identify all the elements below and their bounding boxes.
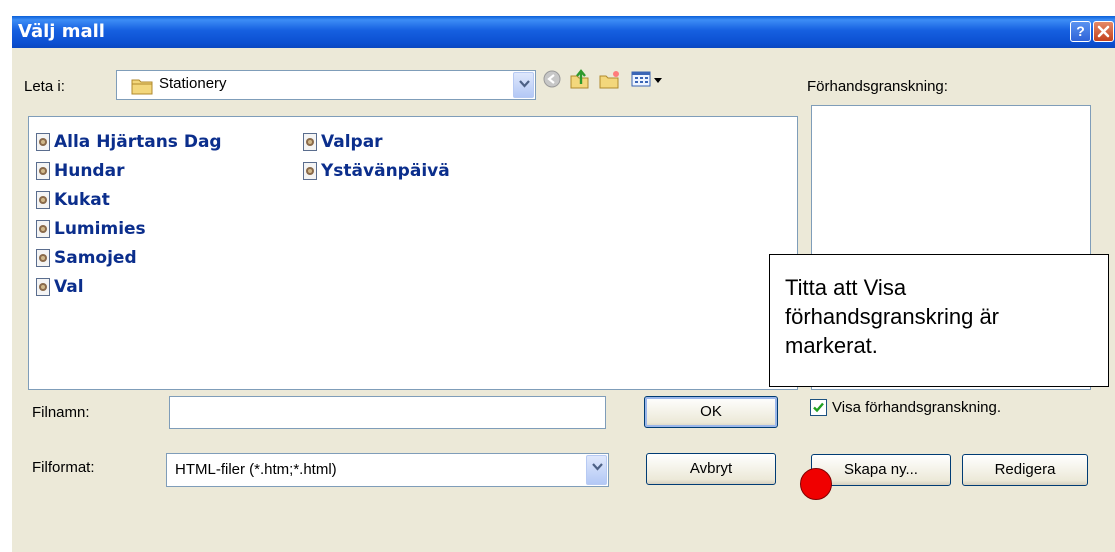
list-item[interactable]: Kukat bbox=[36, 185, 222, 214]
instruction-callout: Titta att Visa förhandsgranskring är mar… bbox=[769, 254, 1109, 387]
file-column-2: Valpar Ystävänpäivä bbox=[303, 127, 450, 185]
folder-icon bbox=[131, 79, 153, 95]
filetype-value: HTML-filer (*.htm;*.html) bbox=[175, 461, 337, 478]
template-file-icon bbox=[303, 161, 317, 180]
file-list[interactable]: Alla Hjärtans Dag Hundar Kukat Lumimies … bbox=[28, 116, 798, 390]
file-name: Ystävänpäivä bbox=[321, 160, 450, 181]
chevron-down-icon bbox=[519, 80, 530, 88]
new-folder-icon bbox=[599, 71, 619, 89]
show-preview-checkbox[interactable] bbox=[810, 399, 827, 416]
back-icon bbox=[543, 70, 561, 88]
file-name: Val bbox=[54, 276, 84, 297]
file-name: Hundar bbox=[54, 160, 125, 181]
file-name: Lumimies bbox=[54, 218, 146, 239]
views-button[interactable] bbox=[630, 68, 664, 90]
template-file-icon bbox=[303, 132, 317, 151]
file-name: Alla Hjärtans Dag bbox=[54, 131, 222, 152]
red-marker-dot bbox=[800, 468, 832, 500]
filetype-label: Filformat: bbox=[32, 459, 95, 476]
list-item[interactable]: Alla Hjärtans Dag bbox=[36, 127, 222, 156]
background-strip bbox=[0, 0, 1115, 16]
lookin-label: Leta i: bbox=[24, 78, 65, 95]
filetype-dropdown-button[interactable] bbox=[586, 455, 607, 485]
checkmark-icon bbox=[813, 402, 824, 413]
dialog-title: Välj mall bbox=[18, 21, 105, 42]
filetype-dropdown[interactable]: HTML-filer (*.htm;*.html) bbox=[166, 453, 609, 487]
create-new-button[interactable]: Skapa ny... bbox=[811, 454, 951, 486]
help-button[interactable]: ? bbox=[1070, 21, 1091, 42]
lookin-value: Stationery bbox=[159, 75, 227, 92]
template-file-icon bbox=[36, 277, 50, 296]
template-file-icon bbox=[36, 132, 50, 151]
file-name: Kukat bbox=[54, 189, 110, 210]
cancel-button[interactable]: Avbryt bbox=[646, 453, 776, 485]
template-file-icon bbox=[36, 219, 50, 238]
lookin-dropdown[interactable]: Stationery bbox=[116, 70, 536, 100]
up-one-level-button[interactable] bbox=[568, 68, 592, 90]
list-item[interactable]: Hundar bbox=[36, 156, 222, 185]
lookin-dropdown-button[interactable] bbox=[513, 72, 534, 98]
filename-label: Filnamn: bbox=[32, 404, 90, 421]
callout-line-1: Titta att Visa bbox=[785, 275, 907, 300]
close-button[interactable] bbox=[1093, 21, 1114, 42]
choose-template-dialog: Välj mall ? Leta i: Stationery Alla Hjär… bbox=[12, 16, 1115, 552]
list-item[interactable]: Lumimies bbox=[36, 214, 222, 243]
list-item[interactable]: Val bbox=[36, 272, 222, 301]
show-preview-label[interactable]: Visa förhandsgranskning. bbox=[832, 399, 1001, 416]
callout-line-2: förhandsgranskring är bbox=[785, 304, 1000, 329]
list-item[interactable]: Valpar bbox=[303, 127, 450, 156]
views-menu-icon bbox=[631, 71, 662, 87]
filename-input[interactable] bbox=[169, 396, 606, 429]
ok-button[interactable]: OK bbox=[644, 396, 778, 428]
file-name: Samojed bbox=[54, 247, 137, 268]
list-item[interactable]: Ystävänpäivä bbox=[303, 156, 450, 185]
chevron-down-icon bbox=[592, 463, 603, 471]
edit-button[interactable]: Redigera bbox=[962, 454, 1088, 486]
back-button[interactable] bbox=[540, 68, 564, 90]
close-icon bbox=[1097, 25, 1110, 38]
list-item[interactable]: Samojed bbox=[36, 243, 222, 272]
template-file-icon bbox=[36, 161, 50, 180]
file-name: Valpar bbox=[321, 131, 383, 152]
title-bar[interactable]: Välj mall ? bbox=[12, 16, 1115, 48]
file-column-1: Alla Hjärtans Dag Hundar Kukat Lumimies … bbox=[36, 127, 222, 301]
new-folder-button[interactable] bbox=[598, 68, 622, 90]
template-file-icon bbox=[36, 248, 50, 267]
template-file-icon bbox=[36, 190, 50, 209]
callout-line-3: markerat. bbox=[785, 333, 878, 358]
up-folder-icon bbox=[570, 69, 589, 89]
preview-label: Förhandsgranskning: bbox=[807, 78, 948, 95]
